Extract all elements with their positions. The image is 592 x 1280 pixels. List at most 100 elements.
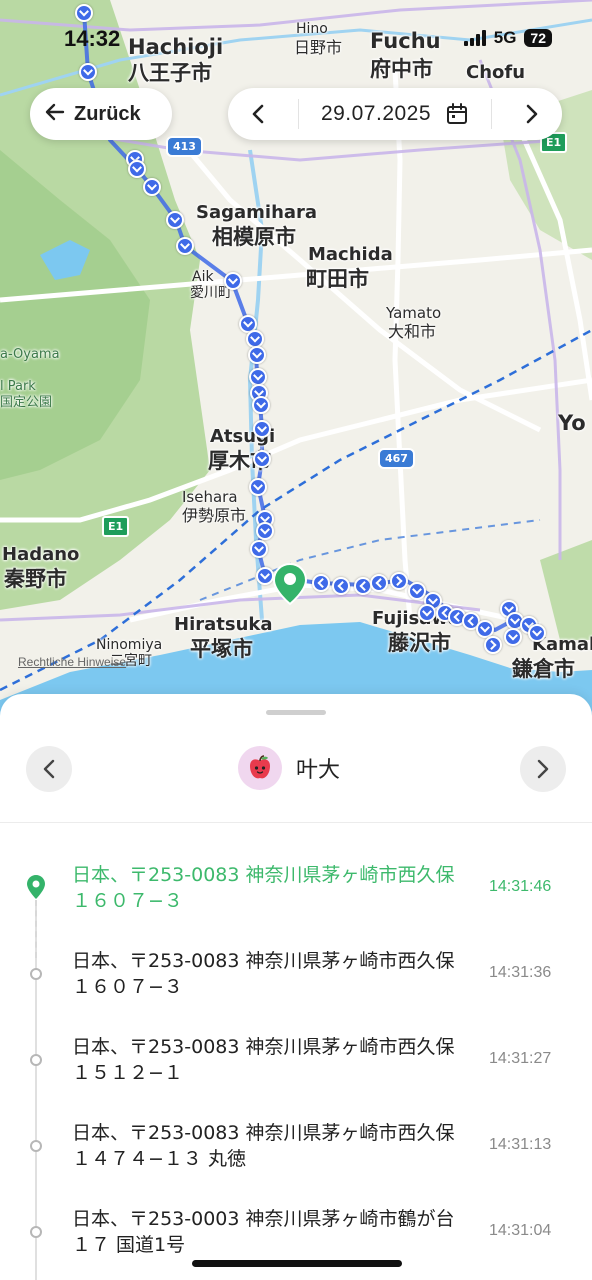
route-waypoint[interactable] bbox=[418, 604, 436, 622]
route-waypoint[interactable] bbox=[256, 522, 274, 540]
legal-notice-link[interactable]: Rechtliche Hinweise bbox=[18, 655, 126, 669]
entry-address: 日本、〒253-0083 神奈川県茅ヶ崎市西久保１５１２−１ bbox=[72, 1036, 455, 1084]
arrow-left-icon bbox=[44, 101, 66, 127]
map-label-machida: Machida bbox=[308, 244, 393, 265]
signal-icon bbox=[463, 30, 486, 46]
chevron-left-icon bbox=[252, 104, 264, 124]
route-waypoint[interactable] bbox=[143, 178, 161, 196]
route-waypoint[interactable] bbox=[504, 628, 522, 646]
timeline-dot bbox=[30, 968, 42, 980]
history-sheet[interactable]: 叶大 日本、〒253-0083 神奈川県茅ヶ崎市西久保１６０７−３ 14:31:… bbox=[0, 694, 592, 1280]
route-waypoint[interactable] bbox=[528, 624, 546, 642]
route-waypoint[interactable] bbox=[176, 237, 194, 255]
entry-address: 日本、〒253-0003 神奈川県茅ヶ崎市鶴が台１７ 国道1号 bbox=[72, 1208, 455, 1256]
map-label-yamato: Yamato bbox=[386, 304, 442, 322]
status-time: 14:32 bbox=[64, 26, 121, 51]
route-waypoint[interactable] bbox=[390, 572, 408, 590]
battery-indicator: 72 bbox=[524, 29, 552, 47]
map-label-sagamihara: Sagamihara bbox=[196, 202, 318, 223]
route-waypoint[interactable] bbox=[332, 577, 350, 595]
map-label-yokohama: Yo bbox=[558, 411, 586, 435]
map-label-machida-jp: 町田市 bbox=[306, 267, 369, 291]
network-type: 5G bbox=[493, 28, 517, 47]
map-label-hiratsuka: Hiratsuka bbox=[174, 614, 273, 635]
route-waypoint[interactable] bbox=[75, 4, 93, 22]
map-label-fujisawa-jp: 藤沢市 bbox=[388, 631, 451, 655]
expressway-e1-shield-west: E1 bbox=[102, 516, 130, 537]
timeline-dot bbox=[30, 1054, 42, 1066]
map-label-ninomiya: Ninomiya bbox=[96, 637, 163, 653]
route-waypoint[interactable] bbox=[248, 346, 266, 364]
chevron-right-icon bbox=[537, 759, 549, 779]
location-pin-icon bbox=[27, 875, 45, 899]
timeline-entry[interactable]: 日本、〒253-0003 神奈川県茅ヶ崎市鶴が台１７ 国道1号 14:31:04 bbox=[0, 1200, 592, 1280]
map-label-fuchu-jp: 府中市 bbox=[370, 57, 433, 81]
map-label-aikawa-jp: 愛川町 bbox=[190, 285, 232, 301]
date-display[interactable]: 29.07.2025 bbox=[321, 102, 469, 126]
divider bbox=[297, 99, 299, 129]
previous-person-button[interactable] bbox=[26, 746, 72, 792]
route-waypoint[interactable] bbox=[253, 450, 271, 468]
entry-time: 14:31:27 bbox=[489, 1050, 552, 1067]
person-name: 叶大 bbox=[296, 758, 341, 783]
entry-time: 14:31:46 bbox=[489, 878, 552, 895]
map-label-hachioji-jp: 八王子市 bbox=[128, 61, 212, 85]
route-467-shield: 467 bbox=[378, 448, 415, 469]
route-waypoint[interactable] bbox=[312, 574, 330, 592]
sheet-grabber[interactable] bbox=[266, 710, 326, 715]
map-label-kamakura-jp: 鎌倉市 bbox=[512, 657, 575, 681]
date-selector: 29.07.2025 bbox=[228, 88, 562, 140]
route-waypoint[interactable] bbox=[408, 582, 426, 600]
map-label-isehara: Isehara bbox=[182, 488, 238, 506]
route-waypoint[interactable] bbox=[253, 420, 271, 438]
person-header[interactable]: 叶大 bbox=[238, 746, 340, 790]
map-label-park: l Park bbox=[0, 379, 36, 394]
route-waypoint[interactable] bbox=[166, 211, 184, 229]
chevron-left-icon bbox=[43, 759, 55, 779]
route-waypoint[interactable] bbox=[128, 160, 146, 178]
previous-day-button[interactable] bbox=[240, 96, 276, 132]
map-label-yamato-jp: 大和市 bbox=[388, 322, 437, 341]
back-button-label: Zurück bbox=[74, 102, 141, 125]
status-indicators: 5G 72 bbox=[463, 28, 552, 48]
home-indicator[interactable] bbox=[192, 1260, 402, 1267]
route-waypoint[interactable] bbox=[249, 478, 267, 496]
route-waypoint[interactable] bbox=[252, 396, 270, 414]
entry-time: 14:31:04 bbox=[489, 1222, 552, 1239]
map-label-aikawa: Aik bbox=[192, 269, 214, 285]
timeline-entry[interactable]: 日本、〒253-0083 神奈川県茅ヶ崎市西久保１６０７−３ 14:31:46 bbox=[0, 856, 592, 942]
entry-time: 14:31:36 bbox=[489, 964, 552, 981]
next-person-button[interactable] bbox=[520, 746, 566, 792]
next-day-button[interactable] bbox=[514, 96, 550, 132]
map-label-hadano: Hadano bbox=[2, 544, 80, 565]
map-label-hadano-jp: 秦野市 bbox=[4, 567, 67, 591]
route-waypoint[interactable] bbox=[224, 272, 242, 290]
chevron-right-icon bbox=[526, 104, 538, 124]
route-413-shield: 413 bbox=[166, 136, 203, 157]
date-text: 29.07.2025 bbox=[320, 102, 432, 125]
back-button[interactable]: Zurück bbox=[30, 88, 172, 140]
timeline-entry[interactable]: 日本、〒253-0083 神奈川県茅ヶ崎市西久保１６０７−３ 14:31:36 bbox=[0, 942, 592, 1028]
map-label-hachioji: Hachioji bbox=[128, 35, 224, 59]
timeline-dot bbox=[30, 1226, 42, 1238]
route-waypoint[interactable] bbox=[354, 577, 372, 595]
route-waypoint[interactable] bbox=[484, 636, 502, 654]
route-waypoint[interactable] bbox=[370, 574, 388, 592]
divider bbox=[491, 99, 493, 129]
map-label-fuchu: Fuchu bbox=[370, 29, 441, 53]
map-label-isehara-jp: 伊勢原市 bbox=[182, 506, 247, 525]
map-label-hino-jp: 日野市 bbox=[294, 38, 343, 57]
entry-address: 日本、〒253-0083 神奈川県茅ヶ崎市西久保１４７４−１３ 丸徳 bbox=[72, 1122, 455, 1170]
map-label-sagamihara-jp: 相模原市 bbox=[212, 225, 296, 249]
divider bbox=[0, 822, 592, 823]
route-waypoint[interactable] bbox=[250, 540, 268, 558]
entry-time: 14:31:13 bbox=[489, 1136, 552, 1153]
timeline-entry[interactable]: 日本、〒253-0083 神奈川県茅ヶ崎市西久保１４７４−１３ 丸徳 14:31… bbox=[0, 1114, 592, 1200]
current-location-pin-icon[interactable] bbox=[272, 562, 308, 610]
calendar-icon bbox=[447, 103, 468, 124]
timeline-entry[interactable]: 日本、〒253-0083 神奈川県茅ヶ崎市西久保１５１２−１ 14:31:27 bbox=[0, 1028, 592, 1114]
timeline-dot bbox=[30, 1140, 42, 1152]
map-label-chofu: Chofu bbox=[466, 62, 526, 83]
route-waypoint[interactable] bbox=[79, 63, 97, 81]
map-label-park-jp: 国定公園 bbox=[0, 395, 53, 410]
